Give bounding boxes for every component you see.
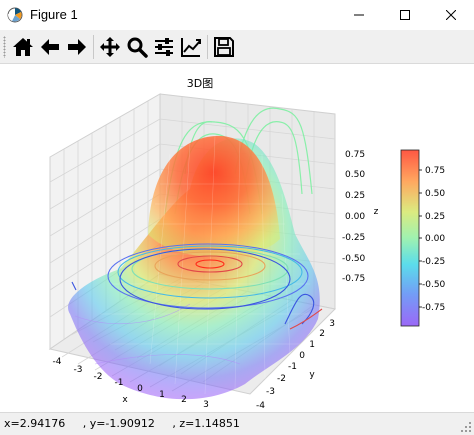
resize-grip-icon[interactable] xyxy=(460,421,472,433)
save-button[interactable] xyxy=(211,34,237,60)
move-icon xyxy=(100,37,120,57)
zoom-button[interactable] xyxy=(124,34,150,60)
svg-text:0.25: 0.25 xyxy=(345,191,365,201)
home-icon xyxy=(13,38,33,56)
z-axis: 0.75 0.50 0.25 0.00 -0.25 -0.50 -0.75 z xyxy=(342,150,379,284)
toolbar-separator xyxy=(207,35,208,59)
svg-text:-2: -2 xyxy=(277,374,286,384)
title-bar: Figure 1 xyxy=(0,0,474,31)
maximize-button[interactable] xyxy=(382,0,428,30)
magnifier-icon xyxy=(127,37,148,58)
svg-text:2: 2 xyxy=(319,329,325,339)
svg-text:-0.25: -0.25 xyxy=(422,257,445,267)
plot-title: 3D图 xyxy=(187,77,213,90)
colorbar-gradient xyxy=(400,149,420,327)
figure-canvas[interactable]: 3D图 -4 -3 -2 -1 0 1 2 3 x -4 -3 -2 -1 0 … xyxy=(0,64,474,412)
toolbar-separator xyxy=(93,35,94,59)
svg-text:1: 1 xyxy=(159,390,165,400)
svg-text:2: 2 xyxy=(181,395,187,405)
svg-text:0.00: 0.00 xyxy=(425,234,445,244)
svg-text:-4: -4 xyxy=(256,401,265,411)
svg-text:0.00: 0.00 xyxy=(345,212,365,222)
svg-text:1: 1 xyxy=(309,340,315,350)
x-axis-label: x xyxy=(122,395,128,405)
cursor-coordinates: x=2.94176 , y=-1.90912 , z=1.14851 xyxy=(4,417,240,430)
floppy-disk-icon xyxy=(214,37,234,57)
svg-text:0: 0 xyxy=(137,384,143,394)
svg-text:-4: -4 xyxy=(53,357,62,367)
3d-axes[interactable]: 3D图 -4 -3 -2 -1 0 1 2 3 x -4 -3 -2 -1 0 … xyxy=(0,64,474,412)
pan-button[interactable] xyxy=(97,34,123,60)
back-button[interactable] xyxy=(37,34,63,60)
line-chart-icon xyxy=(181,38,201,57)
svg-text:-1: -1 xyxy=(288,362,297,372)
sliders-icon xyxy=(155,38,173,56)
svg-text:3: 3 xyxy=(329,319,335,329)
arrow-left-icon xyxy=(41,39,59,55)
colorbar: 0.75 0.50 0.25 0.00 -0.25 -0.50 -0.75 xyxy=(400,149,446,327)
subplots-button[interactable] xyxy=(151,34,177,60)
minimize-icon xyxy=(354,14,364,16)
svg-text:3: 3 xyxy=(203,400,209,410)
minimize-button[interactable] xyxy=(336,0,382,30)
home-button[interactable] xyxy=(10,34,36,60)
svg-text:0.50: 0.50 xyxy=(345,170,365,180)
y-axis-label: y xyxy=(309,370,315,380)
status-bar: x=2.94176 , y=-1.90912 , z=1.14851 xyxy=(0,412,474,435)
svg-text:-2: -2 xyxy=(94,372,103,382)
close-button[interactable] xyxy=(428,0,474,30)
svg-text:0: 0 xyxy=(299,351,305,361)
svg-text:0.50: 0.50 xyxy=(425,189,445,199)
matplotlib-app-icon xyxy=(7,7,23,23)
svg-text:-0.75: -0.75 xyxy=(422,303,445,313)
svg-text:-0.75: -0.75 xyxy=(342,274,365,284)
svg-text:0.75: 0.75 xyxy=(345,150,365,160)
navigation-toolbar xyxy=(0,30,474,64)
svg-text:-0.50: -0.50 xyxy=(342,254,366,264)
edit-parameters-button[interactable] xyxy=(178,34,204,60)
window-title: Figure 1 xyxy=(30,7,78,22)
forward-button[interactable] xyxy=(64,34,90,60)
toolbar-grip[interactable] xyxy=(3,36,6,58)
close-icon xyxy=(446,10,456,20)
arrow-right-icon xyxy=(68,39,86,55)
svg-text:-3: -3 xyxy=(74,365,83,375)
svg-text:0.25: 0.25 xyxy=(425,212,445,222)
svg-text:-1: -1 xyxy=(115,378,124,388)
svg-text:-3: -3 xyxy=(266,387,275,397)
maximize-icon xyxy=(400,10,410,20)
svg-text:-0.25: -0.25 xyxy=(342,233,365,243)
svg-text:0.75: 0.75 xyxy=(425,166,445,176)
z-axis-label: z xyxy=(374,207,379,217)
svg-text:-0.50: -0.50 xyxy=(422,280,446,290)
